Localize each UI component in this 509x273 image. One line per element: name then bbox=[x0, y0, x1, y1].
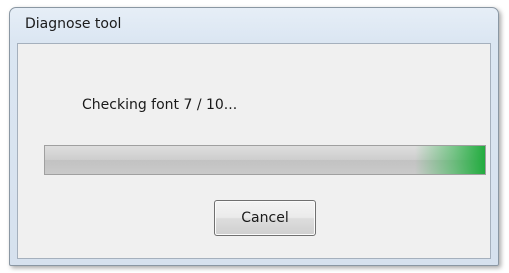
diagnose-tool-window: Diagnose tool Checking font 7 / 10... Ca… bbox=[9, 7, 499, 266]
cancel-button[interactable]: Cancel bbox=[214, 200, 316, 236]
progress-bar bbox=[44, 145, 486, 175]
title-bar[interactable]: Diagnose tool bbox=[10, 8, 498, 38]
dialog-body: Checking font 7 / 10... Cancel bbox=[17, 43, 491, 259]
status-message: Checking font 7 / 10... bbox=[82, 97, 238, 113]
progress-bar-highlight bbox=[415, 146, 485, 174]
window-title: Diagnose tool bbox=[25, 16, 122, 32]
